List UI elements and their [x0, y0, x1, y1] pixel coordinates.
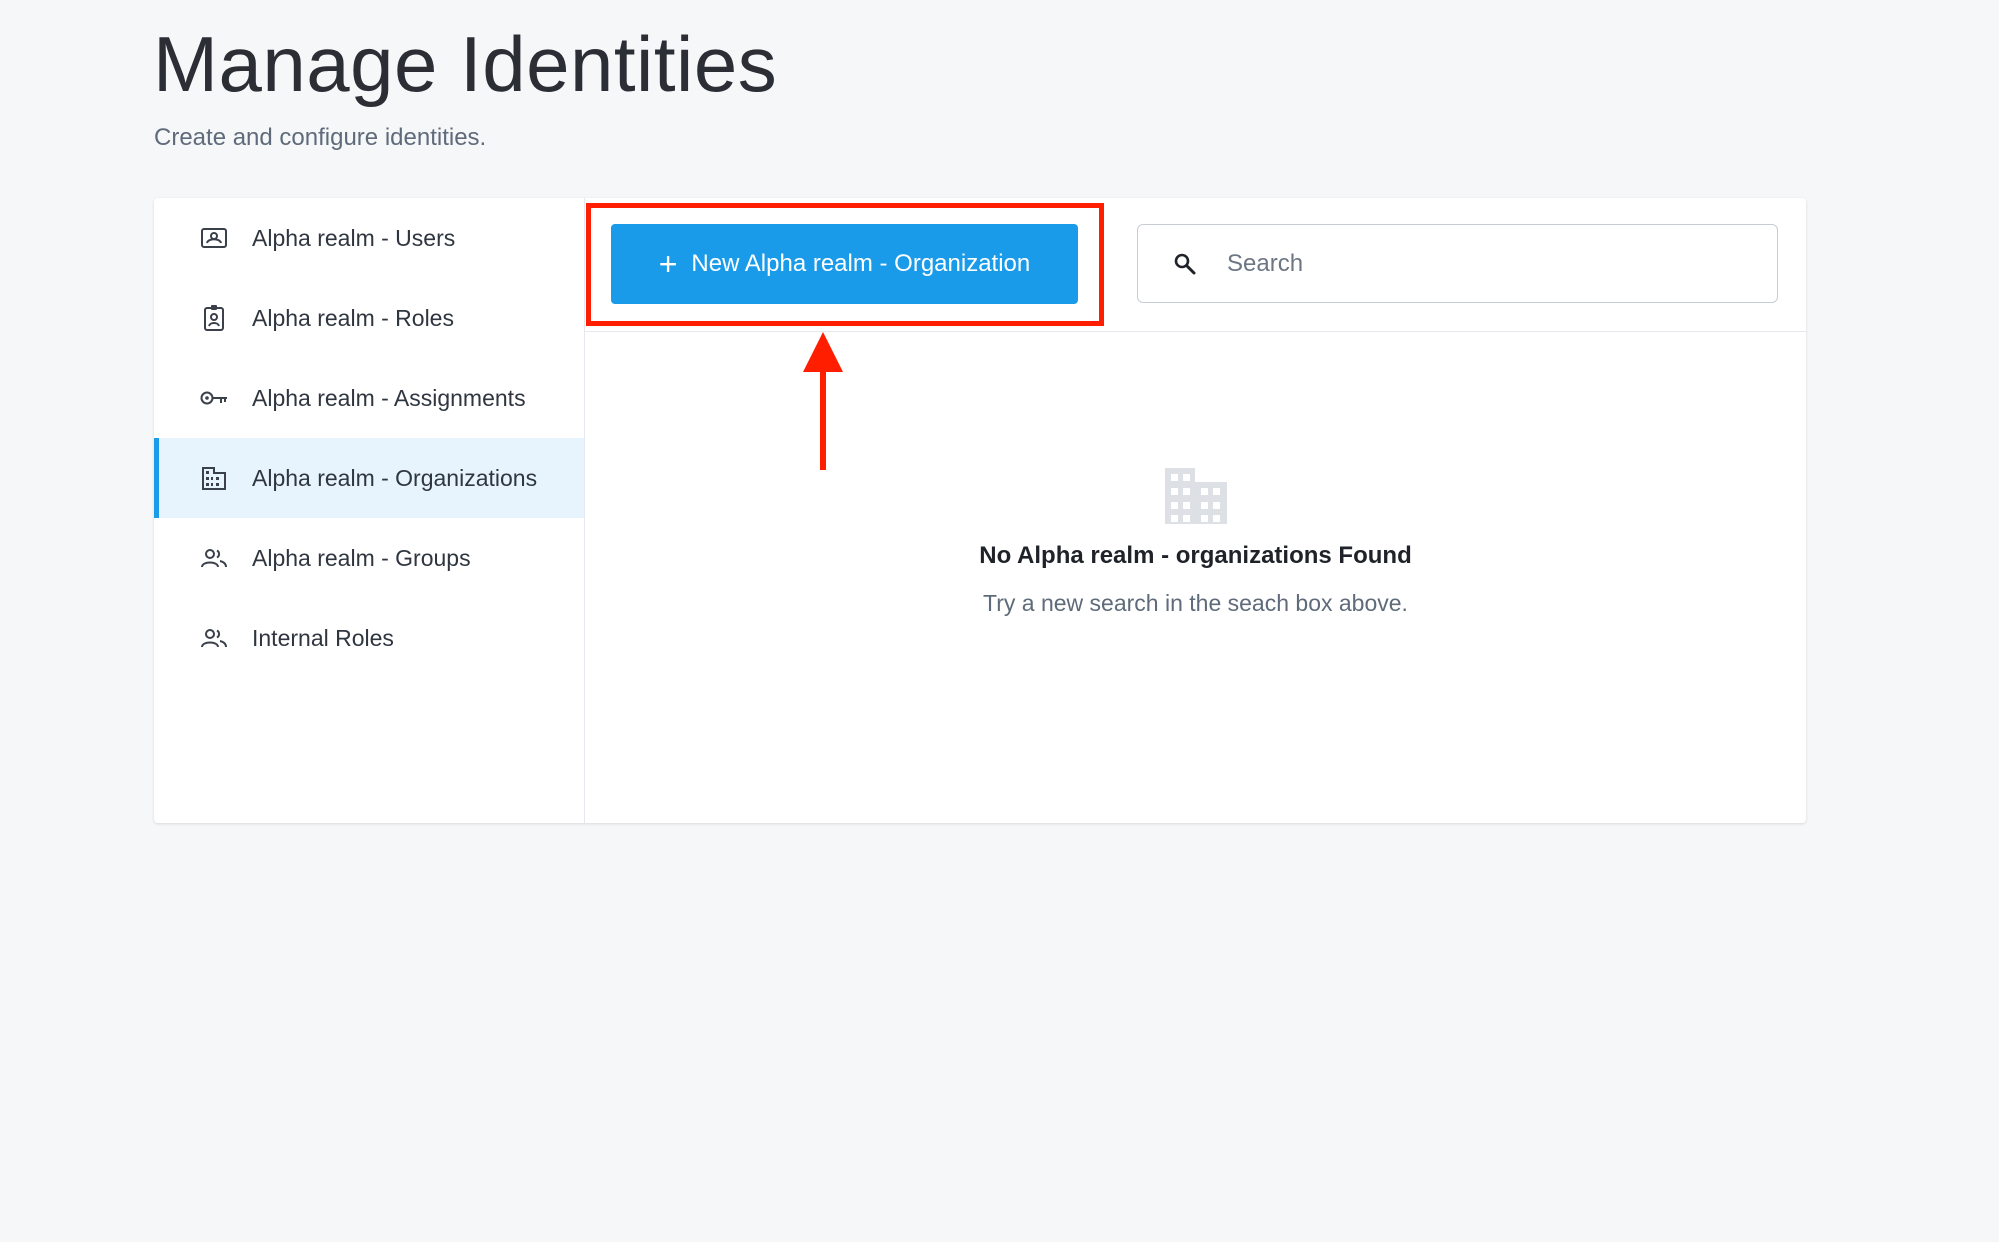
sidebar-item-label: Alpha realm - Users: [252, 224, 456, 251]
empty-state-message: Try a new search in the seach box above.: [983, 590, 1408, 616]
key-icon: [199, 383, 229, 413]
building-icon: [199, 463, 229, 493]
page-title: Manage Identities: [153, 20, 778, 108]
search-box[interactable]: [1137, 224, 1778, 303]
sidebar-item-label: Alpha realm - Organizations: [252, 464, 538, 491]
people-icon: [199, 543, 229, 573]
sidebar-item-assignments[interactable]: Alpha realm - Assignments: [154, 358, 584, 438]
plus-icon: +: [658, 246, 678, 282]
identities-card: Alpha realm - Users Alpha realm - Roles: [154, 198, 1806, 823]
sidebar-item-label: Alpha realm - Roles: [252, 304, 454, 331]
sidebar-item-internal-roles[interactable]: Internal Roles: [154, 598, 584, 678]
sidebar-item-label: Alpha realm - Assignments: [252, 384, 526, 411]
sidebar-item-groups[interactable]: Alpha realm - Groups: [154, 518, 584, 598]
badge-icon: [199, 303, 229, 333]
search-input[interactable]: [1225, 248, 1749, 279]
annotation-arrow: [803, 332, 843, 470]
page-subtitle: Create and configure identities.: [154, 124, 487, 151]
sidebar: Alpha realm - Users Alpha realm - Roles: [154, 198, 585, 823]
new-organization-button-label: New Alpha realm - Organization: [691, 250, 1031, 277]
empty-state: No Alpha realm - organizations Found Try…: [585, 466, 1806, 617]
building-icon: [1164, 468, 1227, 524]
search-icon: [1174, 253, 1196, 274]
user-card-icon: [199, 223, 229, 253]
sidebar-item-label: Alpha realm - Groups: [252, 544, 471, 571]
sidebar-item-label: Internal Roles: [252, 624, 394, 651]
sidebar-item-organizations[interactable]: Alpha realm - Organizations: [154, 438, 584, 518]
sidebar-item-users[interactable]: Alpha realm - Users: [154, 198, 584, 278]
new-organization-button[interactable]: + New Alpha realm - Organization: [611, 224, 1078, 304]
sidebar-item-roles[interactable]: Alpha realm - Roles: [154, 278, 584, 358]
empty-state-title: No Alpha realm - organizations Found: [979, 542, 1412, 569]
people-icon: [199, 623, 229, 653]
